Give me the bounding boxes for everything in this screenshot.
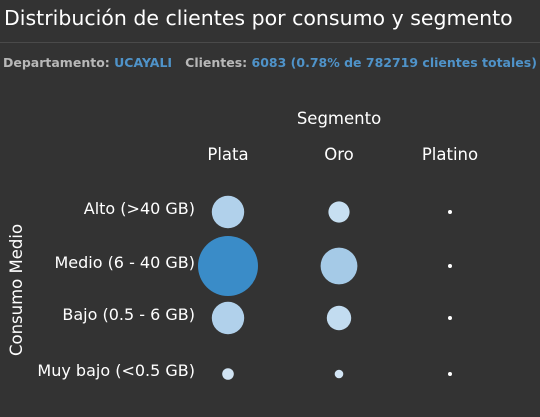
bubble-oro-1[interactable] [320, 247, 358, 285]
bubble-plata-2[interactable] [211, 301, 245, 335]
row-label: Muy bajo (<0.5 GB) [37, 361, 195, 380]
column-label: Plata [207, 145, 248, 164]
y-axis-title: Consumo Medio [7, 224, 26, 356]
bubble-platino-0[interactable] [448, 210, 452, 214]
bubble-oro-0[interactable] [328, 201, 350, 223]
bubble-oro-2[interactable] [326, 305, 352, 331]
bubble-oro-3[interactable] [334, 369, 344, 379]
bubble-platino-1[interactable] [448, 264, 452, 268]
bubble-platino-2[interactable] [448, 316, 452, 320]
bubble-platino-3[interactable] [448, 372, 452, 376]
bubble-plata-3[interactable] [222, 368, 234, 380]
row-label: Alto (>40 GB) [84, 199, 195, 218]
bubble-chart: Segmento Consumo Medio Plata Oro Platino A… [7, 109, 478, 380]
bubble-plata-0[interactable] [211, 195, 245, 229]
column-label: Oro [324, 145, 354, 164]
row-label: Bajo (0.5 - 6 GB) [62, 305, 195, 324]
x-axis-title: Segmento [297, 109, 381, 128]
column-label: Platino [422, 145, 478, 164]
row-label: Medio (6 - 40 GB) [54, 253, 195, 272]
bubble-plata-1[interactable] [198, 236, 258, 296]
